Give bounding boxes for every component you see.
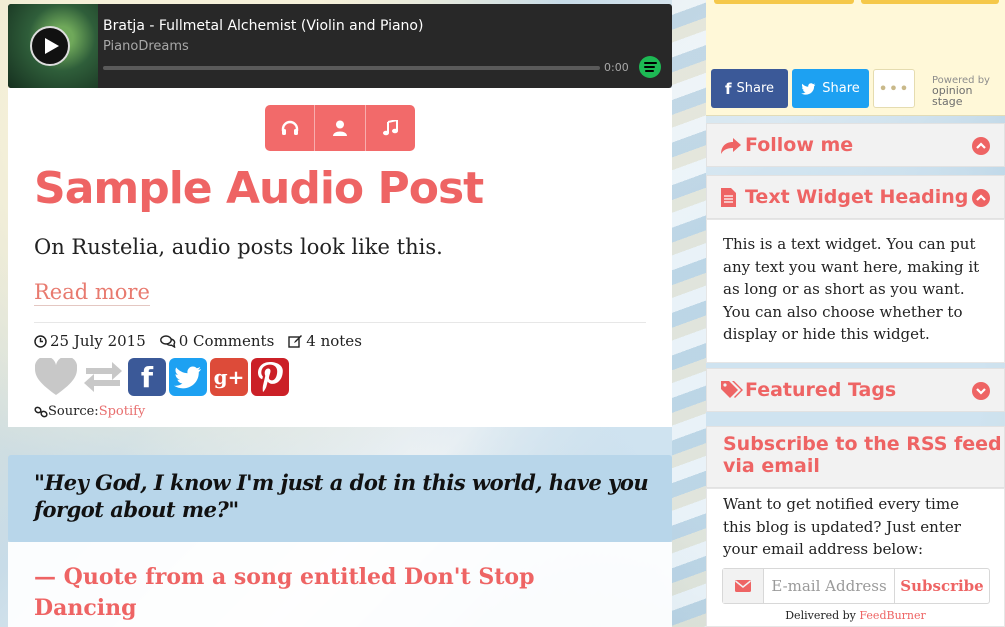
facebook-share-button[interactable]: f bbox=[128, 358, 166, 396]
quote-source-area: — Quote from a song entitled Don't Stop … bbox=[8, 542, 672, 627]
comments-icon bbox=[159, 334, 176, 348]
collapse-toggle-up[interactable] bbox=[972, 137, 990, 155]
twitter-icon bbox=[801, 82, 816, 95]
opinion-stage-credit[interactable]: Powered by opinion stage bbox=[932, 76, 1005, 108]
chevron-up-icon bbox=[976, 194, 986, 201]
envelope-icon bbox=[735, 580, 751, 592]
tab-music[interactable] bbox=[366, 105, 415, 151]
track-time: 0:00 bbox=[604, 61, 629, 74]
follow-widget-header[interactable]: Follow me bbox=[706, 123, 1005, 167]
sidebar: f Share Share ••• Powered by opinion sta… bbox=[706, 0, 1005, 627]
rss-widget-header: Subscribe to the RSS feed via email bbox=[706, 426, 1005, 488]
feedburner-link[interactable]: FeedBurner bbox=[859, 609, 925, 622]
share-widget: f Share Share ••• Powered by opinion sta… bbox=[706, 0, 1005, 116]
rss-widget-title: Subscribe to the RSS feed via email bbox=[723, 433, 1002, 477]
googleplus-share-button[interactable]: g+ bbox=[210, 358, 248, 396]
post-date-text: 25 July 2015 bbox=[50, 332, 146, 350]
email-icon-box bbox=[723, 569, 764, 603]
facebook-icon: f bbox=[724, 79, 732, 98]
clock-icon bbox=[34, 334, 47, 348]
heart-icon bbox=[35, 358, 77, 395]
play-icon bbox=[45, 38, 59, 54]
post-date[interactable]: 25 July 2015 bbox=[34, 332, 146, 350]
divider bbox=[34, 322, 646, 323]
poll-option-left[interactable] bbox=[714, 0, 854, 4]
poll-option-right[interactable] bbox=[861, 0, 999, 4]
facebook-icon: f bbox=[140, 360, 154, 394]
post-actions: f g+ bbox=[34, 358, 292, 396]
featured-tags-title: Featured Tags bbox=[745, 379, 897, 401]
more-share-button[interactable]: ••• bbox=[873, 69, 915, 108]
googleplus-icon: g+ bbox=[213, 365, 245, 389]
email-input[interactable]: E-mail Address bbox=[764, 569, 895, 603]
text-widget-title: Text Widget Heading bbox=[745, 186, 969, 208]
post-meta: 25 July 2015 0 Comments 4 notes bbox=[34, 332, 376, 350]
featured-tags-header[interactable]: Featured Tags bbox=[706, 368, 1005, 412]
post-notes[interactable]: 4 notes bbox=[288, 332, 362, 350]
source-label: Source: bbox=[48, 404, 99, 419]
spotify-player: Bratja - Fullmetal Alchemist (Violin and… bbox=[8, 4, 672, 88]
edit-icon bbox=[288, 335, 303, 348]
like-button[interactable] bbox=[34, 358, 78, 396]
tags-icon bbox=[721, 381, 743, 398]
twitter-share-widget-button[interactable]: Share bbox=[792, 69, 869, 108]
chevron-up-icon bbox=[976, 142, 986, 149]
subscribe-button[interactable]: Subscribe bbox=[895, 569, 989, 603]
user-icon bbox=[332, 120, 347, 136]
music-note-icon bbox=[383, 120, 399, 136]
text-widget-body: This is a text widget. You can put any t… bbox=[706, 219, 1005, 363]
delivered-by: Delivered by FeedBurner bbox=[706, 609, 1005, 622]
source-link[interactable]: Spotify bbox=[99, 404, 146, 419]
rss-widget-text: Want to get notified every time this blo… bbox=[723, 495, 961, 558]
quote-text: "Hey God, I know I'm just a dot in this … bbox=[34, 470, 649, 522]
read-more-link[interactable]: Read more bbox=[34, 280, 150, 306]
post-comments[interactable]: 0 Comments bbox=[159, 332, 275, 350]
document-icon bbox=[721, 188, 736, 207]
reblog-button[interactable] bbox=[81, 358, 125, 396]
progress-bar[interactable] bbox=[103, 66, 600, 70]
twitter-icon bbox=[174, 366, 201, 388]
reblog-icon bbox=[84, 362, 122, 392]
audio-post: Sample Audio Post On Rustelia, audio pos… bbox=[8, 88, 672, 427]
delivered-by-label: Delivered by bbox=[785, 609, 856, 622]
tab-artist[interactable] bbox=[315, 105, 366, 151]
post-comments-text: 0 Comments bbox=[178, 332, 275, 350]
rss-widget-body: Want to get notified every time this blo… bbox=[706, 488, 1005, 627]
share-arrow-icon bbox=[721, 138, 741, 154]
quote-post: "Hey God, I know I'm just a dot in this … bbox=[8, 455, 672, 542]
post-source: Source: Spotify bbox=[34, 404, 145, 419]
pinterest-share-button[interactable] bbox=[251, 358, 289, 396]
play-button[interactable] bbox=[30, 26, 70, 66]
track-artist[interactable]: PianoDreams bbox=[103, 39, 189, 54]
pinterest-icon bbox=[258, 362, 283, 392]
email-subscribe-form: E-mail Address Subscribe bbox=[722, 568, 990, 604]
main-column: Bratja - Fullmetal Alchemist (Violin and… bbox=[8, 0, 672, 627]
post-notes-text: 4 notes bbox=[306, 332, 362, 350]
post-title[interactable]: Sample Audio Post bbox=[34, 163, 484, 214]
chevron-down-icon bbox=[976, 388, 986, 395]
background-strip bbox=[672, 0, 706, 627]
tab-audio[interactable] bbox=[265, 105, 316, 151]
twitter-share-label: Share bbox=[822, 81, 860, 96]
post-type-tabs bbox=[265, 105, 415, 151]
collapse-toggle-up[interactable] bbox=[972, 189, 990, 207]
facebook-share-label: Share bbox=[736, 81, 775, 96]
text-widget-header[interactable]: Text Widget Heading bbox=[706, 175, 1005, 219]
twitter-share-button[interactable] bbox=[169, 358, 207, 396]
opinion-stage-logo: opinion stage bbox=[932, 84, 973, 108]
post-body: On Rustelia, audio posts look like this. bbox=[34, 235, 443, 259]
headphones-icon bbox=[281, 120, 298, 135]
follow-widget-title: Follow me bbox=[745, 134, 854, 156]
link-icon bbox=[34, 406, 48, 417]
quote-source[interactable]: — Quote from a song entitled Don't Stop … bbox=[34, 562, 634, 624]
collapse-toggle-down[interactable] bbox=[972, 382, 990, 400]
text-widget-content: This is a text widget. You can put any t… bbox=[723, 235, 980, 343]
track-title: Bratja - Fullmetal Alchemist (Violin and… bbox=[103, 18, 424, 34]
spotify-icon[interactable] bbox=[639, 56, 661, 78]
facebook-share-widget-button[interactable]: f Share bbox=[711, 69, 788, 108]
